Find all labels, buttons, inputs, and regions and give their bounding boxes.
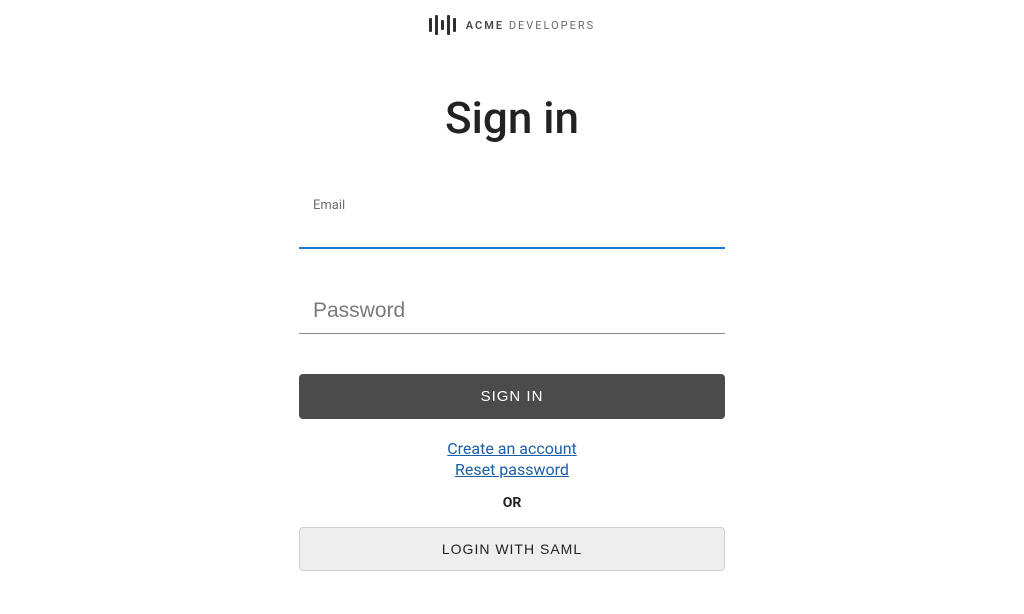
- signin-page: ACME DEVELOPERS Sign in Email SIGN IN Cr…: [0, 0, 1024, 571]
- auth-links: Create an account Reset password: [447, 439, 577, 479]
- divider-label: OR: [503, 495, 522, 511]
- password-field-wrapper: [299, 289, 725, 334]
- signin-button[interactable]: SIGN IN: [299, 374, 725, 419]
- reset-password-link[interactable]: Reset password: [455, 460, 569, 479]
- brand-name-strong: ACME: [466, 19, 504, 32]
- page-title: Sign in: [445, 92, 579, 144]
- email-field-wrapper: Email: [299, 200, 725, 249]
- brand-name-light: DEVELOPERS: [509, 19, 595, 32]
- saml-login-button[interactable]: LOGIN WITH SAML: [299, 527, 725, 571]
- brand-header: ACME DEVELOPERS: [429, 14, 595, 36]
- signin-form: Sign in Email SIGN IN Create an account …: [299, 92, 725, 571]
- brand-name: ACME DEVELOPERS: [466, 19, 595, 32]
- password-field[interactable]: [299, 289, 725, 334]
- email-field[interactable]: [299, 200, 725, 249]
- brand-logo-icon: [429, 14, 456, 36]
- create-account-link[interactable]: Create an account: [447, 439, 577, 458]
